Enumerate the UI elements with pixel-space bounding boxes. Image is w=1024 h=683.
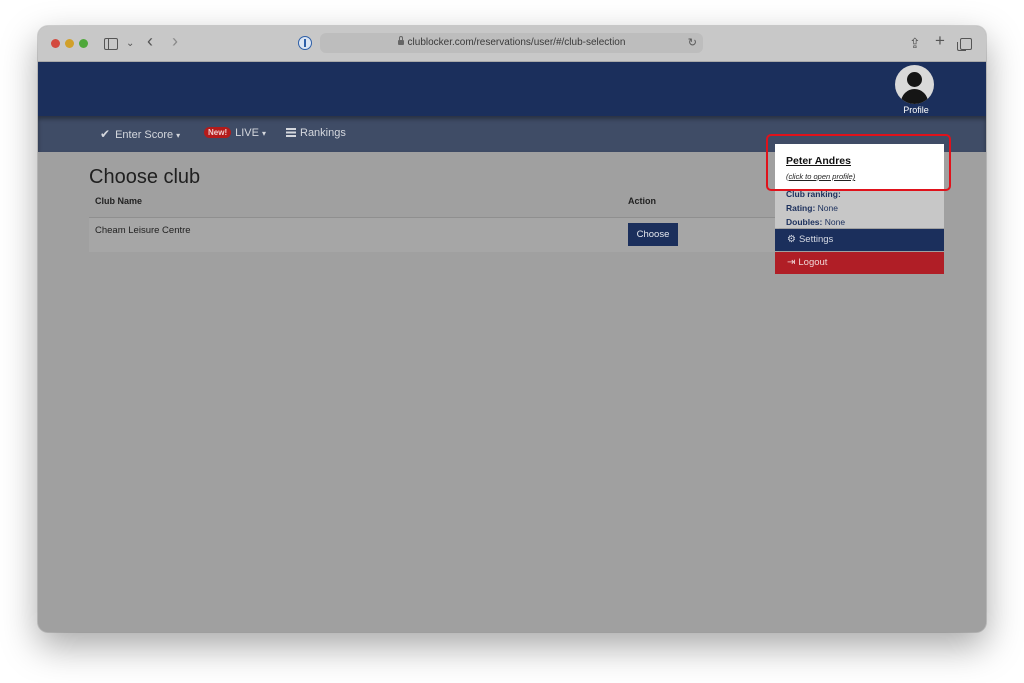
nav-live-label: LIVE [235,127,259,139]
avatar-body [901,89,928,104]
settings-menu-item[interactable]: ⚙ Settings [775,229,944,251]
plus-icon[interactable]: + [935,32,945,50]
close-window-button[interactable] [51,39,60,48]
rating-stat: Rating: None [786,203,838,213]
caret-down-icon: ▾ [261,129,266,138]
rating-value: None [817,203,838,213]
forward-icon[interactable]: › [172,32,178,50]
profile-stats: Club ranking: Rating: None Doubles: None [775,189,944,228]
browser-window: ⌄ ‹ › clublocker.com/reservations/user/#… [38,26,986,632]
table-row: Cheam Leisure Centre Choose [89,218,779,252]
zoom-window-button[interactable] [79,39,88,48]
site-header: Profile [38,62,986,116]
club-name-cell: Cheam Leisure Centre [95,225,191,236]
logout-icon: ⇥ [787,257,796,268]
doubles-label: Doubles: [786,217,823,227]
rating-label: Rating: [786,203,816,213]
chevron-down-icon[interactable]: ⌄ [126,35,134,53]
settings-label: Settings [798,234,834,245]
minimize-window-button[interactable] [65,39,74,48]
url-text: clublocker.com/reservations/user/#/club-… [407,37,626,48]
page-title: Choose club [89,166,201,188]
avatar-icon[interactable] [895,65,934,104]
address-bar[interactable]: clublocker.com/reservations/user/#/club-… [320,33,703,53]
page-content: Profile ✔ Enter Score ▾ New! LIVE ▾ Rankings… [38,62,986,632]
logout-menu-item[interactable]: ⇥ Logout [775,252,944,274]
tabs-icon[interactable] [957,38,972,51]
gear-icon: ⚙ [787,234,796,245]
browser-toolbar: ⌄ ‹ › clublocker.com/reservations/user/#… [38,26,986,62]
lock-icon [397,36,404,45]
checkmark-icon: ✔ [100,127,111,141]
sidebar-icon[interactable] [104,38,118,50]
back-icon[interactable]: ‹ [147,32,153,50]
password-manager-icon[interactable] [298,36,312,50]
column-header-club-name: Club Name [95,196,143,206]
avatar-head [907,72,922,87]
nav-rankings-label: Rankings [300,127,346,139]
logout-label: Logout [798,257,828,268]
reload-icon[interactable]: ↻ [688,33,697,53]
choose-button[interactable]: Choose [628,223,678,246]
column-header-action: Action [628,196,656,206]
new-badge: New! [204,127,232,138]
doubles-stat: Doubles: None [786,217,845,227]
nav-enter-score[interactable]: ✔ Enter Score ▾ [100,127,180,141]
nav-live[interactable]: New! LIVE ▾ [204,127,266,139]
caret-down-icon: ▾ [176,131,181,140]
list-icon [286,128,296,137]
highlight-annotation [766,134,951,191]
nav-enter-score-label: Enter Score [115,129,174,141]
nav-rankings[interactable]: Rankings [286,127,346,139]
profile-label[interactable]: Profile [896,105,936,115]
share-icon[interactable]: ⇪ [909,34,921,52]
doubles-value: None [824,217,846,227]
